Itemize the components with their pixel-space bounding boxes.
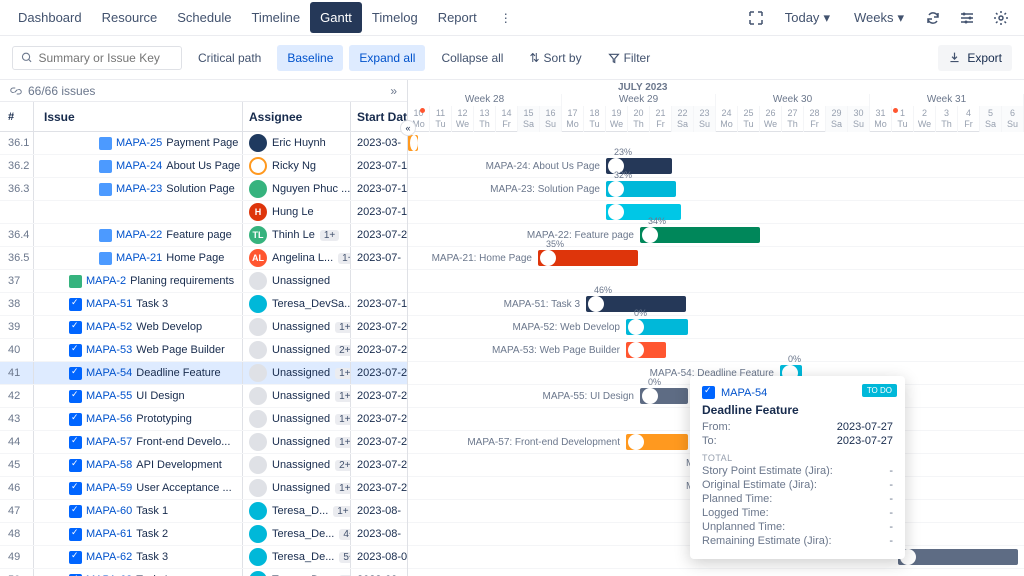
link-icon xyxy=(10,85,22,97)
table-row[interactable]: 36.3MAPA-23Solution PageNguyen Phuc ...2… xyxy=(0,178,407,201)
expand-all-button[interactable]: Expand all xyxy=(349,45,425,71)
tab-report[interactable]: Report xyxy=(428,2,487,33)
fullscreen-icon[interactable] xyxy=(741,3,771,33)
refresh-icon[interactable] xyxy=(918,3,948,33)
task-type-icon xyxy=(702,386,715,399)
search-input[interactable] xyxy=(12,46,182,70)
sort-button[interactable]: ⇅ Sort by xyxy=(519,45,591,71)
table-row[interactable]: 37MAPA-2Planing requirementsUnassigned xyxy=(0,270,407,293)
today-button[interactable]: Today▾ xyxy=(775,4,840,32)
table-row[interactable]: 47MAPA-60Task 1Teresa_D...1+2023-08- xyxy=(0,500,407,523)
table-row[interactable]: 46MAPA-59User Acceptance ...Unassigned1+… xyxy=(0,477,407,500)
gantt-bar[interactable] xyxy=(408,135,418,151)
tab-resource[interactable]: Resource xyxy=(92,2,168,33)
issue-table: 66/66 issues » # Issue Assignee Start Da… xyxy=(0,80,408,576)
export-button[interactable]: Export xyxy=(938,45,1012,71)
col-start-header[interactable]: Start Date xyxy=(351,102,407,131)
gantt-bar[interactable]: MAPA-23: Solution Page32% xyxy=(606,181,676,197)
collapse-all-button[interactable]: Collapse all xyxy=(431,45,513,71)
top-tabs-bar: DashboardResourceScheduleTimelineGanttTi… xyxy=(0,0,1024,36)
table-row[interactable]: 40MAPA-53Web Page BuilderUnassigned2+202… xyxy=(0,339,407,362)
gantt-bar[interactable]: MAPA-53: Web Page Builder xyxy=(626,342,666,358)
more-icon[interactable]: ⋮ xyxy=(491,3,521,33)
gantt-bar[interactable]: MAPA-21: Home Page35% xyxy=(538,250,638,266)
table-row[interactable]: HHung Le2023-07-1 xyxy=(0,201,407,224)
search-icon xyxy=(21,51,33,64)
status-badge: TO DO xyxy=(862,384,897,397)
baseline-button[interactable]: Baseline xyxy=(277,45,343,71)
tab-dashboard[interactable]: Dashboard xyxy=(8,2,92,33)
gantt-bar[interactable]: MAPA-55: UI Design0% xyxy=(640,388,688,404)
gantt-bar[interactable]: MAPA-57: Front-end Development xyxy=(626,434,688,450)
col-issue-header[interactable]: Issue xyxy=(34,102,243,131)
col-num-header[interactable]: # xyxy=(0,102,34,131)
tab-gantt[interactable]: Gantt xyxy=(310,2,362,33)
gantt-bar[interactable]: MAPA-22: Feature page34% xyxy=(640,227,760,243)
expand-timeline-icon[interactable]: « xyxy=(400,120,416,136)
gear-icon[interactable] xyxy=(986,3,1016,33)
table-row[interactable]: 36.4MAPA-22Feature pageTLThinh Le1+2023-… xyxy=(0,224,407,247)
collapse-left-icon[interactable]: » xyxy=(390,84,397,98)
table-row[interactable]: 38MAPA-51Task 3Teresa_DevSa...2023-07-1 xyxy=(0,293,407,316)
table-row[interactable]: 39MAPA-52Web DevelopUnassigned1+2023-07-… xyxy=(0,316,407,339)
critical-path-button[interactable]: Critical path xyxy=(188,45,271,71)
table-row[interactable]: 36.5MAPA-21Home PageALAngelina L...1+202… xyxy=(0,247,407,270)
tab-schedule[interactable]: Schedule xyxy=(167,2,241,33)
table-row[interactable]: 41MAPA-54Deadline FeatureUnassigned1+202… xyxy=(0,362,407,385)
tab-timelog[interactable]: Timelog xyxy=(362,2,428,33)
table-row[interactable]: 42MAPA-55UI DesignUnassigned1+2023-07-2 xyxy=(0,385,407,408)
sliders-icon[interactable] xyxy=(952,3,982,33)
issue-count: 66/66 issues xyxy=(28,84,95,98)
gantt-bar[interactable]: MAPA-52: Web Develop0% xyxy=(626,319,688,335)
table-row[interactable]: 50MAPA-63Task 4Teresa_De...6+2023-09- xyxy=(0,569,407,576)
table-row[interactable]: 36.1MAPA-25Payment PageEric Huynh2023-03… xyxy=(0,132,407,155)
table-row[interactable]: 45MAPA-58API DevelopmentUnassigned2+2023… xyxy=(0,454,407,477)
gantt-chart[interactable]: « JULY 2023 Week 28Week 29Week 30Week 31… xyxy=(408,80,1024,576)
table-row[interactable]: 48MAPA-61Task 2Teresa_De...4+2023-08- xyxy=(0,523,407,546)
filter-button[interactable]: Filter xyxy=(598,45,661,71)
scale-select[interactable]: Weeks▾ xyxy=(844,4,914,32)
table-row[interactable]: 43MAPA-56PrototypingUnassigned1+2023-07-… xyxy=(0,408,407,431)
task-tooltip: MAPA-54 TO DO Deadline Feature From:2023… xyxy=(690,376,905,559)
table-row[interactable]: 44MAPA-57Front-end Develo...Unassigned1+… xyxy=(0,431,407,454)
timeline-header: JULY 2023 Week 28Week 29Week 30Week 31 1… xyxy=(408,80,1024,132)
tab-timeline[interactable]: Timeline xyxy=(241,2,310,33)
table-row[interactable]: 36.2MAPA-24About Us PageRicky Ng2023-07-… xyxy=(0,155,407,178)
col-assignee-header[interactable]: Assignee xyxy=(243,102,351,131)
filter-toolbar: Critical path Baseline Expand all Collap… xyxy=(0,36,1024,80)
gantt-bar[interactable] xyxy=(606,204,681,220)
gantt-bar[interactable]: MAPA-62: task 3 xyxy=(898,549,1018,565)
table-row[interactable]: 49MAPA-62Task 3Teresa_De...5+2023-08-0 xyxy=(0,546,407,569)
tooltip-title: Deadline Feature xyxy=(702,403,893,417)
